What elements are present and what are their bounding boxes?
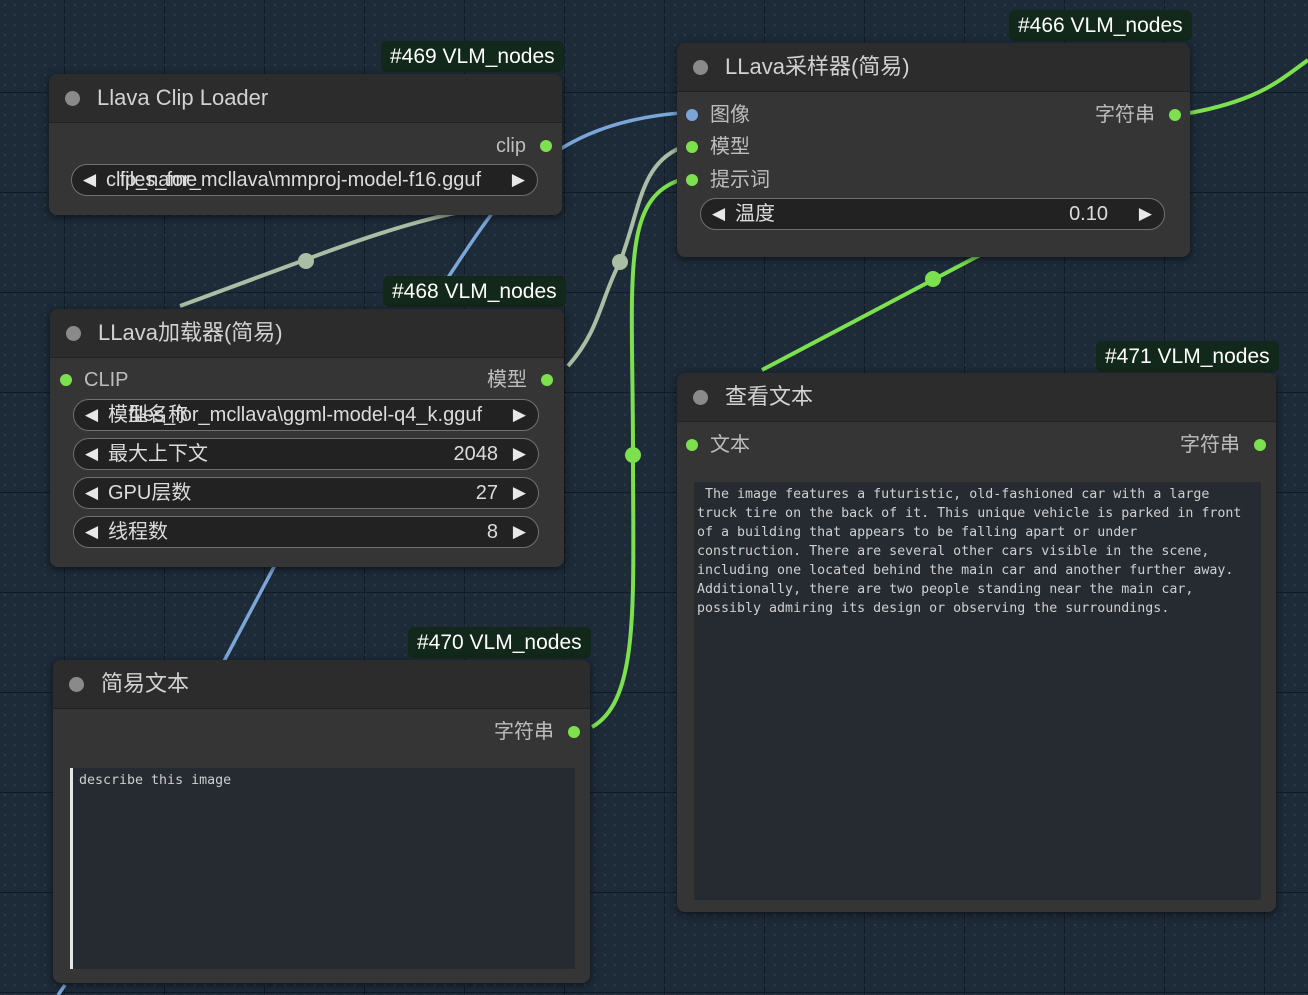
arrow-right-icon[interactable]: ▶ [513,478,526,508]
prompt-textarea[interactable]: describe this image [70,768,575,969]
output-text-area[interactable]: The image features a futuristic, old-fas… [694,482,1261,900]
output-slot-clip[interactable]: clip [496,134,552,158]
temperature-number[interactable]: ◀ 温度 0.10 ▶ [700,198,1165,230]
arrow-left-icon[interactable]: ◀ [83,165,96,195]
node-header[interactable]: 查看文本 [677,373,1276,422]
input-slot-label: 模型 [710,136,750,158]
widget-label: 线程数 [108,521,168,543]
output-slot-model[interactable]: 模型 [487,368,553,392]
simple-text-node[interactable]: 简易文本 字符串 describe this image [53,660,590,983]
widget-value: 27 [475,482,498,504]
arrow-right-icon[interactable]: ▶ [513,439,526,469]
collapse-dot-icon[interactable] [693,390,708,405]
node-header[interactable]: LLava采样器(简易) [677,43,1190,92]
output-connector-icon[interactable] [1169,109,1181,121]
collapse-dot-icon[interactable] [65,91,80,106]
output-slot-label: clip [495,135,526,157]
link-output-text-midpoint[interactable] [925,271,941,287]
node-id-badge: #471 VLM_nodes [1096,341,1279,372]
clip-name-combo[interactable]: ◀ clip_name files_for_mcllava\mmproj-mod… [71,164,538,196]
show-text-node[interactable]: 查看文本 文本 字符串 The image features a futuris… [677,373,1276,912]
input-connector-icon[interactable] [686,174,698,186]
output-connector-icon[interactable] [541,374,553,386]
node-header[interactable]: 简易文本 [53,660,590,709]
input-slot-image[interactable]: 图像 [686,103,750,127]
widget-value: files_for_mcllava\mmproj-model-f16.gguf [119,169,481,191]
input-connector-icon[interactable] [60,374,72,386]
output-slot-label: 字符串 [1095,104,1155,126]
input-slot-label: 文本 [710,434,750,456]
arrow-left-icon[interactable]: ◀ [85,439,98,469]
output-slot-string[interactable]: 字符串 [494,720,580,744]
node-header[interactable]: LLava加载器(简易) [50,309,564,358]
threads-number[interactable]: ◀ 线程数 8 ▶ [73,516,539,548]
collapse-dot-icon[interactable] [693,60,708,75]
widget-label: 温度 [735,203,775,225]
output-slot-label: 模型 [487,369,527,391]
gpu-layers-number[interactable]: ◀ GPU层数 27 ▶ [73,477,539,509]
link-stub-left [56,983,67,995]
node-title: LLava采样器(简易) [725,54,910,79]
node-title: 简易文本 [101,671,190,696]
output-connector-icon[interactable] [540,140,552,152]
collapse-dot-icon[interactable] [69,677,84,692]
node-title: LLava加载器(简易) [98,320,283,345]
arrow-left-icon[interactable]: ◀ [712,199,725,229]
input-slot-text[interactable]: 文本 [686,433,750,457]
collapse-dot-icon[interactable] [66,326,81,341]
llava-sampler-node[interactable]: LLava采样器(简易) 图像 模型 提示词 字符串 ◀ 温度 0.10 ▶ [677,43,1190,257]
model-name-combo[interactable]: ◀ 模型名称 files_for_mcllava\ggml-model-q4_k… [73,399,539,431]
link-model-midpoint[interactable] [612,254,628,270]
node-title: 查看文本 [725,384,814,409]
node-id-badge: #469 VLM_nodes [381,41,564,72]
input-slot-model[interactable]: 模型 [686,135,750,159]
link-clip-midpoint[interactable] [298,253,314,269]
arrow-left-icon[interactable]: ◀ [85,517,98,547]
input-connector-icon[interactable] [686,141,698,153]
node-id-badge: #466 VLM_nodes [1009,10,1192,41]
input-slot-label: CLIP [84,369,129,391]
output-slot-label: 字符串 [1180,434,1240,456]
node-id-badge: #470 VLM_nodes [408,627,591,658]
input-slot-label: 图像 [710,104,750,126]
widget-label: 最大上下文 [108,443,208,465]
input-connector-icon[interactable] [686,439,698,451]
arrow-right-icon[interactable]: ▶ [1139,199,1152,229]
output-connector-icon[interactable] [568,726,580,738]
input-slot-prompt[interactable]: 提示词 [686,168,770,192]
node-title: Llava Clip Loader [97,85,269,110]
output-slot-label: 字符串 [494,721,554,743]
output-connector-icon[interactable] [1254,439,1266,451]
arrow-left-icon[interactable]: ◀ [85,478,98,508]
arrow-left-icon[interactable]: ◀ [85,400,98,430]
node-header[interactable]: Llava Clip Loader [49,74,562,123]
node-id-badge: #468 VLM_nodes [383,276,566,307]
input-slot-clip[interactable]: CLIP [60,368,128,392]
widget-value: files_for_mcllava\ggml-model-q4_k.gguf [128,404,483,426]
output-slot-string[interactable]: 字符串 [1095,103,1181,127]
link-prompt-midpoint[interactable] [625,447,641,463]
widget-value: 8 [486,521,498,543]
input-connector-icon[interactable] [686,109,698,121]
clip-loader-node[interactable]: Llava Clip Loader clip ◀ clip_name files… [49,74,562,215]
widget-value: 2048 [453,443,499,465]
arrow-right-icon[interactable]: ▶ [512,165,525,195]
widget-label: GPU层数 [108,482,192,504]
widget-value: 0.10 [1069,203,1108,225]
arrow-right-icon[interactable]: ▶ [513,517,526,547]
llava-loader-node[interactable]: LLava加载器(简易) CLIP 模型 ◀ 模型名称 files_for_mc… [50,309,564,567]
arrow-right-icon[interactable]: ▶ [513,400,526,430]
max-context-number[interactable]: ◀ 最大上下文 2048 ▶ [73,438,539,470]
input-slot-label: 提示词 [710,169,770,191]
output-slot-string[interactable]: 字符串 [1180,433,1266,457]
